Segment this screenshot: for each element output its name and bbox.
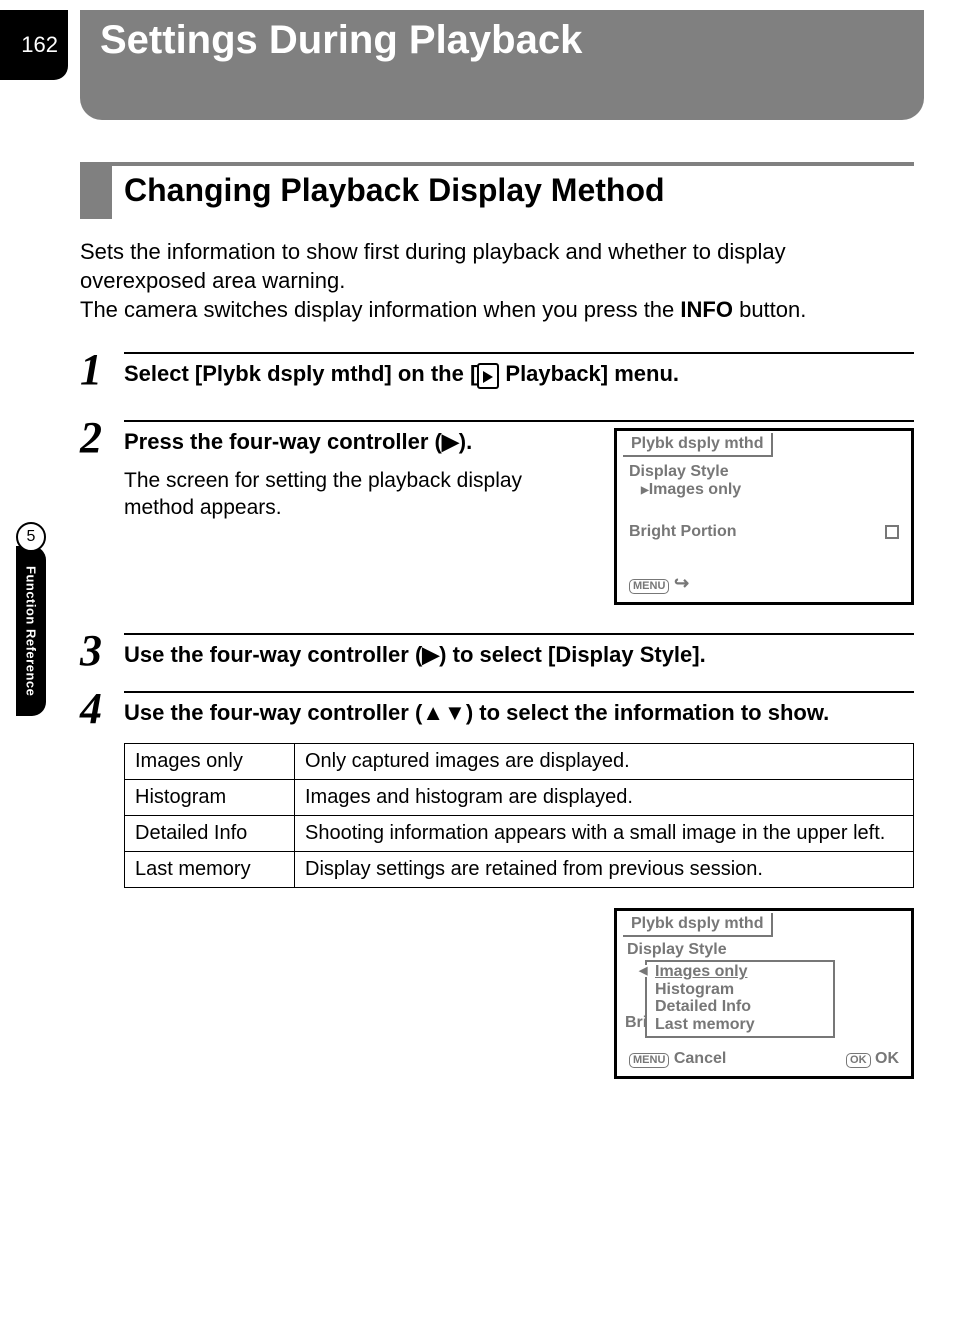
section-title-row: Changing Playback Display Method — [80, 162, 914, 219]
lcd-tab: Plybk dsply mthd — [623, 913, 773, 937]
step-number: 2 — [80, 416, 124, 460]
table-row: Images only Only captured images are dis… — [125, 744, 914, 780]
lcd-screen-2: Plybk dsply mthd Display Style Bri ◀ Ima… — [614, 908, 914, 1079]
side-tab: 5 Function Reference — [16, 522, 46, 716]
lcd-tab: Plybk dsply mthd — [623, 433, 773, 457]
dropdown-option: Last memory — [655, 1016, 829, 1034]
option-label: Detailed Info — [125, 816, 295, 852]
info-button-label: INFO — [680, 297, 733, 322]
step-heading: Select [Plybk dsply mthd] on the [ Playb… — [124, 360, 914, 389]
menu-badge: MENU — [629, 579, 669, 594]
step-4: 4 Use the four-way controller (▲▼) to se… — [80, 691, 914, 731]
lcd2-footer-left: MENU Cancel — [629, 1050, 726, 1068]
step-2: 2 Press the four-way controller (▶). The… — [80, 420, 914, 605]
step-number: 4 — [80, 687, 124, 731]
ok-badge: OK — [846, 1053, 871, 1068]
section-title: Changing Playback Display Method — [112, 166, 675, 219]
intro-text: Sets the information to show first durin… — [80, 237, 914, 324]
option-desc: Only captured images are displayed. — [295, 744, 914, 780]
step-number: 1 — [80, 348, 124, 392]
option-desc: Shooting information appears with a smal… — [295, 816, 914, 852]
options-table: Images only Only captured images are dis… — [124, 743, 914, 888]
table-row: Last memory Display settings are retaine… — [125, 852, 914, 888]
step-number: 3 — [80, 629, 124, 673]
lcd2-ok-label: OK — [875, 1050, 899, 1067]
chapter-title: Settings During Playback — [80, 10, 924, 120]
intro-line2-pre: The camera switches display information … — [80, 297, 680, 322]
lcd1-display-style-value-text: Images only — [649, 481, 741, 498]
table-row: Detailed Info Shooting information appea… — [125, 816, 914, 852]
lcd2-cancel-label: Cancel — [674, 1050, 726, 1067]
dropdown-option: Detailed Info — [655, 998, 829, 1016]
lcd2-behind-text: Bri — [625, 1014, 647, 1032]
playback-icon — [477, 363, 499, 389]
step-heading: Use the four-way controller (▶) to selec… — [124, 641, 914, 670]
option-label: Histogram — [125, 780, 295, 816]
lcd2-display-style-label: Display Style — [627, 941, 901, 959]
step-subtext: The screen for setting the playback disp… — [124, 467, 596, 522]
step-3: 3 Use the four-way controller (▶) to sel… — [80, 633, 914, 673]
side-tab-number: 5 — [16, 522, 46, 552]
dropdown-option-selected: Images only — [655, 963, 829, 981]
lcd1-footer-menu: MENU ↩ — [629, 573, 689, 594]
step1-heading-post: Playback] menu. — [499, 361, 679, 386]
step-heading: Press the four-way controller (▶). — [124, 428, 596, 457]
lcd2-dropdown: ◀ Images only Histogram Detailed Info La… — [645, 960, 835, 1037]
checkbox-icon — [885, 525, 899, 539]
option-desc: Display settings are retained from previ… — [295, 852, 914, 888]
option-label: Last memory — [125, 852, 295, 888]
chevron-left-icon: ◀ — [639, 965, 647, 977]
return-arrow-icon: ↩ — [674, 573, 689, 594]
table-row: Histogram Images and histogram are displ… — [125, 780, 914, 816]
lcd1-display-style-value: ▶Images only — [629, 481, 899, 499]
page-number: 162 — [0, 10, 68, 80]
step1-heading-pre: Select [Plybk dsply mthd] on the [ — [124, 361, 477, 386]
section-title-bar — [80, 166, 112, 219]
lcd2-footer-right: OK OK — [846, 1050, 899, 1068]
option-label: Images only — [125, 744, 295, 780]
lcd-screen-1: Plybk dsply mthd Display Style ▶Images o… — [614, 428, 914, 605]
lcd1-display-style-label: Display Style — [629, 463, 899, 481]
intro-line2-post: button. — [733, 297, 806, 322]
lcd1-bright-portion-label: Bright Portion — [629, 523, 737, 541]
step-1: 1 Select [Plybk dsply mthd] on the [ Pla… — [80, 352, 914, 392]
dropdown-option: Histogram — [655, 981, 829, 999]
intro-line1: Sets the information to show first durin… — [80, 239, 786, 293]
step-heading: Use the four-way controller (▲▼) to sele… — [124, 699, 914, 728]
option-desc: Images and histogram are displayed. — [295, 780, 914, 816]
menu-badge: MENU — [629, 1053, 669, 1068]
side-tab-label: Function Reference — [24, 566, 39, 696]
